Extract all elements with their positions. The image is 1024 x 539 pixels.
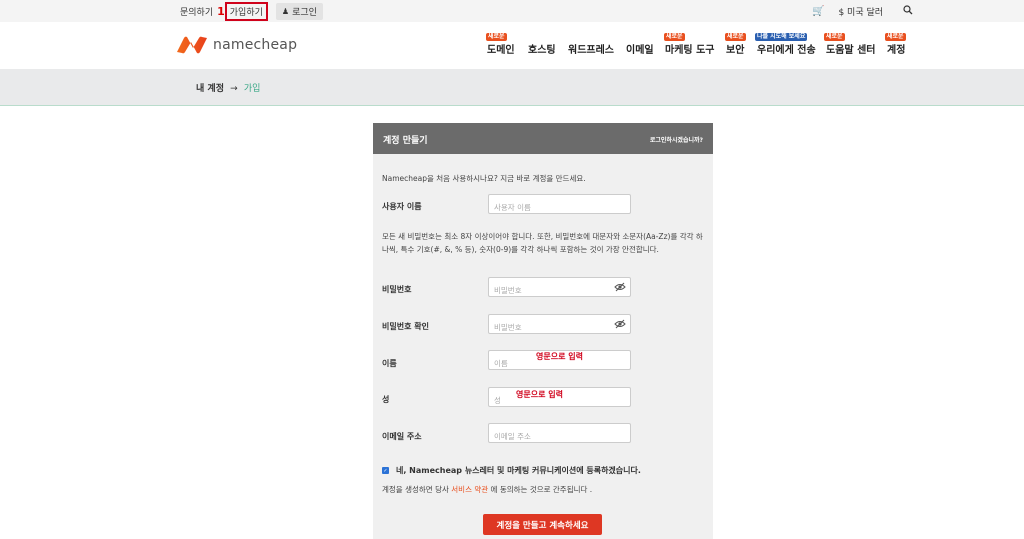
breadcrumb-bar: 내 계정 → 가입: [0, 69, 1024, 106]
terms-of-service-link[interactable]: 서비스 약관: [451, 485, 488, 494]
email-input[interactable]: [489, 427, 630, 446]
email-label: 이메일 주소: [382, 432, 422, 441]
breadcrumb-current: 가입: [243, 84, 261, 94]
nav-badge-transfer: 나를 시도해 보세요: [755, 33, 808, 41]
currency-selector[interactable]: $ 미국 달러: [838, 5, 883, 18]
nav-badge-marketing: 새로운: [664, 33, 685, 41]
nav-badge-help: 새로운: [824, 33, 845, 41]
nav-item-help-center[interactable]: 도움말 센터: [826, 41, 875, 56]
confirm-password-label: 비밀번호 확인: [382, 322, 429, 331]
nav-item-hosting[interactable]: 호스팅: [528, 41, 556, 56]
terms-suffix: 에 동의하는 것으로 간주됩니다 .: [490, 485, 593, 494]
password-label: 비밀번호: [382, 285, 412, 294]
terms-prefix: 계정을 생성하면 당사: [382, 485, 449, 494]
password-input[interactable]: [489, 281, 630, 300]
login-label: 로그인: [292, 7, 317, 18]
first-name-hint: 영문으로 입력: [536, 352, 583, 361]
nav-item-security[interactable]: 보안: [726, 41, 744, 56]
username-input[interactable]: [489, 198, 630, 217]
first-name-label: 이름: [382, 359, 397, 368]
breadcrumb-arrow: →: [230, 84, 238, 94]
nav-item-transfer[interactable]: 우리에게 전송: [757, 41, 816, 56]
newsletter-checkbox[interactable]: ✓: [382, 467, 389, 474]
user-icon: ♟: [281, 6, 290, 16]
top-utility-bar: 문의하기 1 가입하기 ♟ 로그인 🛒 $ 미국 달러: [0, 0, 1024, 22]
newsletter-label[interactable]: 네, Namecheap 뉴스레터 및 마케팅 커뮤니케이션에 등록하겠습니다.: [396, 465, 641, 476]
nav-badge-domains: 새로운: [486, 33, 507, 41]
contact-link[interactable]: 문의하기: [180, 5, 213, 18]
create-account-button[interactable]: 계정을 만들고 계속하세요: [483, 514, 602, 535]
login-link[interactable]: 로그인하시겠습니까?: [650, 135, 703, 144]
main-header: namecheap 새로운 도메인 호스팅 워드프레스 이메일 새로운 마케팅 …: [0, 22, 1024, 69]
annotation-number: 1: [217, 4, 225, 18]
namecheap-logo-icon: [177, 36, 207, 54]
hide-confirm-password-icon[interactable]: [614, 319, 626, 329]
signup-form-card: 계정 만들기 로그인하시겠습니까? Namecheap을 처음 사용하시나요? …: [373, 123, 713, 539]
email-field[interactable]: [488, 423, 631, 446]
nav-badge-account: 새로운: [885, 33, 906, 41]
nav-item-wordpress[interactable]: 워드프레스: [568, 41, 614, 56]
password-field[interactable]: [488, 277, 631, 300]
last-name-hint: 영문으로 입력: [516, 390, 563, 399]
username-field[interactable]: [488, 194, 631, 217]
last-name-label: 성: [382, 395, 390, 404]
confirm-password-field[interactable]: [488, 314, 631, 337]
login-button[interactable]: ♟ 로그인: [275, 2, 323, 20]
newsletter-row: ✓ 네, Namecheap 뉴스레터 및 마케팅 커뮤니케이션에 등록하겠습니…: [382, 465, 641, 476]
terms-text: 계정을 생성하면 당사 서비스 약관 에 동의하는 것으로 간주됩니다 .: [382, 484, 592, 495]
hide-password-icon[interactable]: [614, 282, 626, 292]
card-header: 계정 만들기 로그인하시겠습니까?: [373, 123, 713, 154]
nav-item-marketing[interactable]: 마케팅 도구: [665, 41, 714, 56]
search-icon[interactable]: [903, 4, 913, 18]
logo[interactable]: namecheap: [176, 36, 297, 54]
breadcrumb-parent[interactable]: 내 계정: [196, 84, 224, 94]
nav-badge-security: 새로운: [725, 33, 746, 41]
form-title: 계정 만들기: [383, 136, 428, 146]
username-label: 사용자 이름: [382, 202, 422, 211]
logo-text: namecheap: [213, 37, 298, 53]
signup-link[interactable]: 가입하기: [224, 1, 268, 21]
nav-item-account[interactable]: 계정: [887, 41, 905, 56]
nav-item-email[interactable]: 이메일: [626, 41, 654, 56]
confirm-password-input[interactable]: [489, 318, 630, 337]
cart-icon[interactable]: 🛒: [812, 6, 824, 17]
form-intro: Namecheap을 처음 사용하시나요? 지금 바로 계정을 만드세요.: [382, 174, 586, 183]
breadcrumb: 내 계정 → 가입: [196, 81, 260, 94]
nav-item-domains[interactable]: 도메인: [487, 41, 515, 56]
password-requirements: 모든 새 비밀번호는 최소 8자 이상이어야 합니다. 또한, 비밀번호에 대문…: [382, 232, 703, 254]
